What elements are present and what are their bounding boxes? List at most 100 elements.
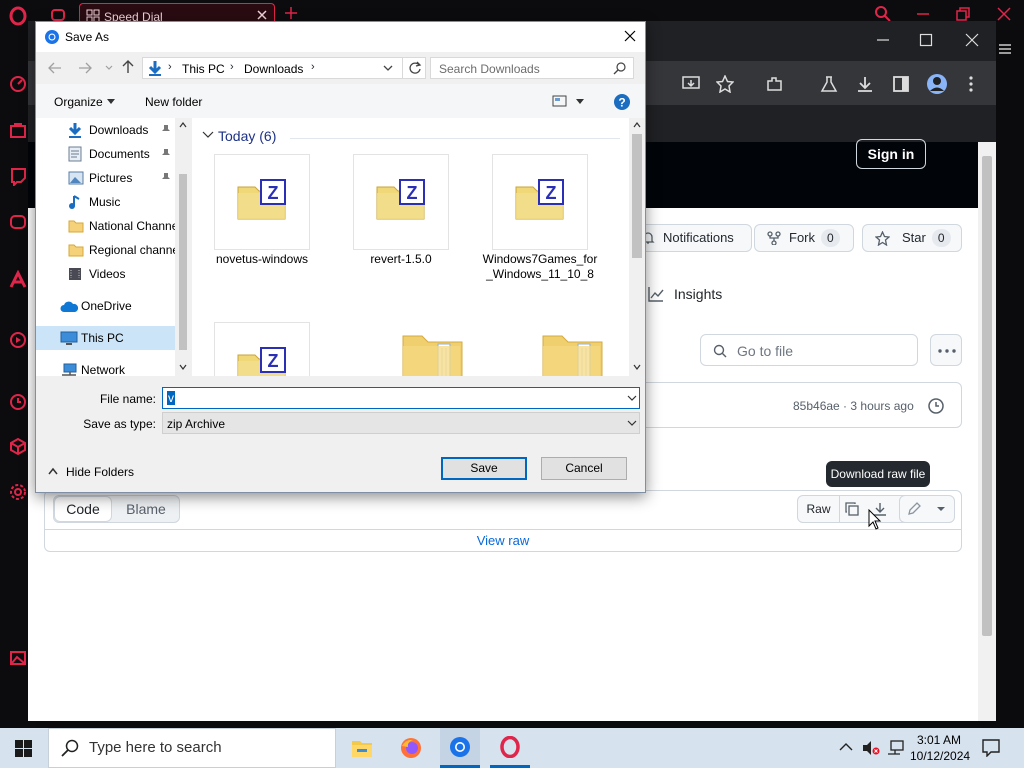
search-downloads-input[interactable]: Search Downloads bbox=[430, 57, 634, 79]
breadcrumb-this-pc[interactable]: This PC bbox=[182, 62, 225, 76]
taskbar-search-box[interactable]: Type here to search bbox=[48, 728, 336, 768]
group-collapse-chevron-icon[interactable] bbox=[202, 131, 214, 139]
network-status-icon[interactable] bbox=[887, 740, 905, 756]
discord-icon[interactable] bbox=[8, 212, 28, 232]
hide-folders-button[interactable]: Hide Folders bbox=[66, 465, 134, 479]
opera-search-icon[interactable] bbox=[875, 6, 891, 22]
chrome-menu-icon[interactable] bbox=[968, 75, 974, 93]
chrome-maximize-icon[interactable] bbox=[919, 33, 933, 47]
page-scrollbar[interactable] bbox=[978, 142, 996, 721]
scroll-down-icon[interactable] bbox=[633, 364, 641, 370]
sign-in-button[interactable]: Sign in bbox=[856, 139, 926, 169]
view-options-icon[interactable] bbox=[552, 95, 568, 107]
side-panel-icon[interactable] bbox=[892, 75, 910, 93]
save-as-type-select[interactable]: zip Archive bbox=[162, 412, 640, 434]
chevron-down-icon[interactable] bbox=[936, 506, 946, 512]
firefox-icon[interactable] bbox=[400, 737, 422, 759]
save-button[interactable]: Save bbox=[441, 457, 527, 480]
bookmark-star-icon[interactable] bbox=[716, 75, 734, 93]
scroll-up-icon[interactable] bbox=[633, 122, 641, 128]
nav-item-music[interactable]: Music bbox=[36, 190, 176, 214]
history-clock-icon[interactable] bbox=[927, 397, 945, 415]
refresh-button[interactable] bbox=[402, 58, 426, 78]
history-icon[interactable] bbox=[8, 392, 28, 412]
view-dropdown-icon[interactable] bbox=[576, 99, 584, 104]
volume-muted-icon[interactable] bbox=[862, 740, 880, 756]
windows-start-icon[interactable] bbox=[15, 740, 32, 757]
up-arrow-icon[interactable] bbox=[122, 60, 134, 74]
type-dropdown-icon[interactable] bbox=[627, 420, 637, 427]
forward-arrow-icon[interactable] bbox=[78, 62, 92, 74]
file-scrollbar-thumb[interactable] bbox=[632, 134, 642, 258]
dialog-close-icon[interactable] bbox=[623, 29, 637, 43]
show-hidden-icons-chevron-icon[interactable] bbox=[839, 742, 853, 752]
labs-flask-icon[interactable] bbox=[820, 75, 838, 93]
nav-item-documents[interactable]: Documents bbox=[36, 142, 176, 166]
nav-scrollbar[interactable] bbox=[175, 118, 191, 376]
file-name-field[interactable]: v bbox=[162, 387, 640, 409]
profile-avatar-icon[interactable] bbox=[926, 73, 948, 95]
opera-restore-icon[interactable] bbox=[956, 7, 970, 21]
code-tab[interactable]: Code bbox=[54, 496, 112, 522]
pencil-icon[interactable] bbox=[906, 501, 922, 517]
copy-icon[interactable] bbox=[844, 501, 860, 517]
taskbar-clock[interactable]: 3:01 AM 10/12/2024 bbox=[910, 732, 970, 764]
chrome-close-icon[interactable] bbox=[965, 33, 979, 47]
taskbar-chrome-button[interactable] bbox=[440, 728, 480, 768]
go-to-file-input[interactable]: Go to file bbox=[700, 334, 918, 366]
help-icon[interactable]: ? bbox=[613, 93, 631, 111]
breadcrumb-downloads[interactable]: Downloads bbox=[244, 62, 303, 76]
folder-item[interactable] bbox=[542, 330, 604, 376]
page-scrollbar-thumb[interactable] bbox=[982, 156, 992, 636]
fork-button[interactable]: Fork 0 bbox=[754, 224, 854, 252]
address-dropdown-icon[interactable] bbox=[383, 64, 393, 72]
nav-item-onedrive[interactable]: OneDrive bbox=[36, 294, 176, 318]
recent-dropdown-icon[interactable] bbox=[104, 62, 114, 74]
star-button[interactable]: Star 0 bbox=[862, 224, 962, 252]
speedometer-icon[interactable] bbox=[8, 74, 28, 94]
opera-minimize-icon[interactable] bbox=[915, 6, 931, 22]
commit-info[interactable]: 85b46ae · 3 hours ago bbox=[793, 399, 914, 413]
settings-gear-icon[interactable] bbox=[8, 482, 28, 502]
install-app-icon[interactable] bbox=[682, 75, 700, 93]
extensions-puzzle-icon[interactable] bbox=[766, 75, 784, 93]
cancel-button[interactable]: Cancel bbox=[541, 457, 627, 480]
nav-scrollbar-thumb[interactable] bbox=[179, 174, 187, 350]
notifications-button[interactable]: Notifications bbox=[630, 224, 752, 252]
more-options-button[interactable] bbox=[930, 334, 962, 366]
notification-center-icon[interactable] bbox=[982, 739, 1000, 757]
file-name-dropdown-icon[interactable] bbox=[627, 395, 637, 402]
view-raw-link[interactable]: View raw bbox=[45, 533, 961, 548]
blame-tab[interactable]: Blame bbox=[112, 496, 180, 522]
address-bar[interactable]: › This PC › Downloads › bbox=[142, 57, 426, 79]
play-icon[interactable] bbox=[8, 330, 28, 350]
nav-item-pictures[interactable]: Pictures bbox=[36, 166, 176, 190]
twitch-icon[interactable] bbox=[8, 166, 28, 186]
taskbar-opera-button[interactable] bbox=[490, 728, 530, 768]
new-folder-button[interactable]: New folder bbox=[145, 95, 202, 109]
tab-insights[interactable]: Insights bbox=[674, 286, 722, 302]
organize-button[interactable]: Organize bbox=[54, 95, 103, 109]
scroll-up-icon[interactable] bbox=[179, 122, 187, 128]
new-tab-plus-icon[interactable] bbox=[284, 6, 298, 20]
close-tab-icon[interactable] bbox=[256, 9, 268, 21]
file-list-scrollbar[interactable] bbox=[629, 118, 645, 376]
opera-logo-icon[interactable] bbox=[8, 6, 28, 26]
nav-item-national-channels[interactable]: National Channe bbox=[36, 214, 176, 238]
scroll-down-icon[interactable] bbox=[179, 364, 187, 370]
raw-button[interactable]: Raw bbox=[798, 496, 840, 522]
downloads-icon[interactable] bbox=[856, 75, 874, 93]
aria-icon[interactable] bbox=[8, 270, 28, 290]
hide-folders-chevron-icon[interactable] bbox=[48, 467, 58, 475]
chrome-minimize-icon[interactable] bbox=[876, 33, 890, 47]
folder-item[interactable] bbox=[402, 330, 464, 376]
nav-item-regional-channels[interactable]: Regional channe bbox=[36, 238, 176, 262]
nav-item-this-pc[interactable]: This PC bbox=[36, 326, 176, 350]
nav-item-videos[interactable]: Videos bbox=[36, 262, 176, 286]
cube-icon[interactable] bbox=[8, 436, 28, 456]
nav-item-downloads[interactable]: Downloads bbox=[36, 118, 176, 142]
opera-menu-icon[interactable] bbox=[998, 42, 1012, 56]
file-explorer-icon[interactable] bbox=[351, 738, 373, 758]
shopping-bag-icon[interactable] bbox=[8, 120, 28, 140]
image-icon[interactable] bbox=[8, 648, 28, 668]
